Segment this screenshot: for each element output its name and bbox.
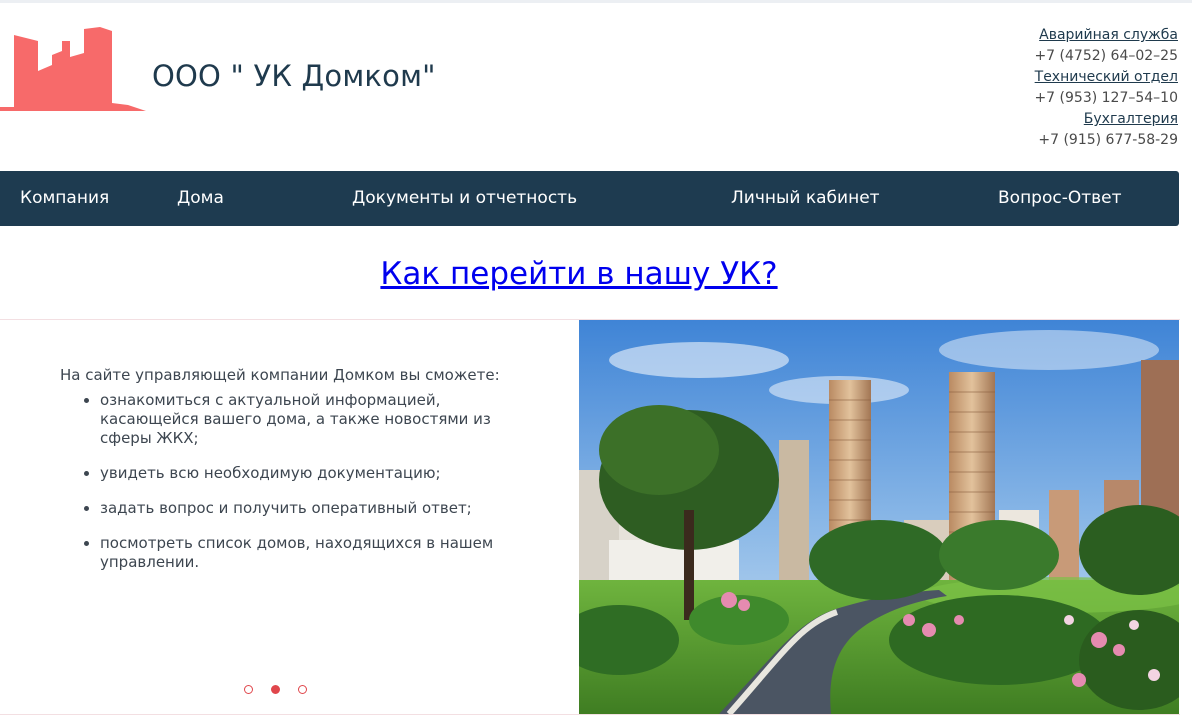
list-item: посмотреть список домов, находящихся в н… — [100, 534, 500, 572]
nav-item-faq[interactable]: Вопрос-Ответ — [998, 171, 1122, 226]
list-item: задать вопрос и получить оперативный отв… — [100, 499, 500, 518]
contact-label-technical[interactable]: Технический отдел — [1034, 67, 1178, 88]
nav-item-houses[interactable]: Дома — [177, 171, 224, 226]
nav-item-account[interactable]: Личный кабинет — [731, 171, 880, 226]
slider-dots — [244, 679, 320, 698]
nav-item-company[interactable]: Компания — [20, 171, 109, 226]
slider-dot-2[interactable] — [271, 685, 281, 694]
company-logo[interactable] — [0, 27, 146, 111]
contact-phone-technical: +7 (953) 127–54–10 — [1034, 90, 1178, 106]
list-item: ознакомиться с актуальной информацией, к… — [100, 391, 500, 448]
photo-scene — [579, 320, 1179, 714]
features-list: ознакомиться с актуальной информацией, к… — [60, 391, 500, 572]
site-header: ООО " УК Домком" Аварийная служба +7 (47… — [0, 3, 1192, 171]
slide-text: На сайте управляющей компании Домком вы … — [60, 366, 500, 588]
slide-intro: На сайте управляющей компании Домком вы … — [60, 366, 500, 384]
slider-dot-3[interactable] — [298, 685, 308, 694]
slider-dot-1[interactable] — [244, 685, 253, 694]
company-name: ООО " УК Домком" — [152, 59, 436, 93]
main-nav: Компания Дома Документы и отчетность Лич… — [0, 171, 1179, 226]
residential-park-photo — [579, 320, 1179, 714]
info-slider: На сайте управляющей компании Домком вы … — [0, 319, 1180, 715]
contact-phone-emergency: +7 (4752) 64–02–25 — [1034, 48, 1178, 64]
contact-label-accounting[interactable]: Бухгалтерия — [1034, 109, 1178, 130]
nav-item-documents[interactable]: Документы и отчетность — [352, 171, 577, 226]
contacts-block: Аварийная служба +7 (4752) 64–02–25 Техн… — [1034, 25, 1178, 151]
contact-label-emergency[interactable]: Аварийная служба — [1034, 25, 1178, 46]
how-to-join-link[interactable]: Как перейти в нашу УК? — [0, 256, 1158, 292]
list-item: увидеть всю необходимую документацию; — [100, 464, 500, 483]
contact-phone-accounting: +7 (915) 677-58-29 — [1038, 132, 1178, 148]
